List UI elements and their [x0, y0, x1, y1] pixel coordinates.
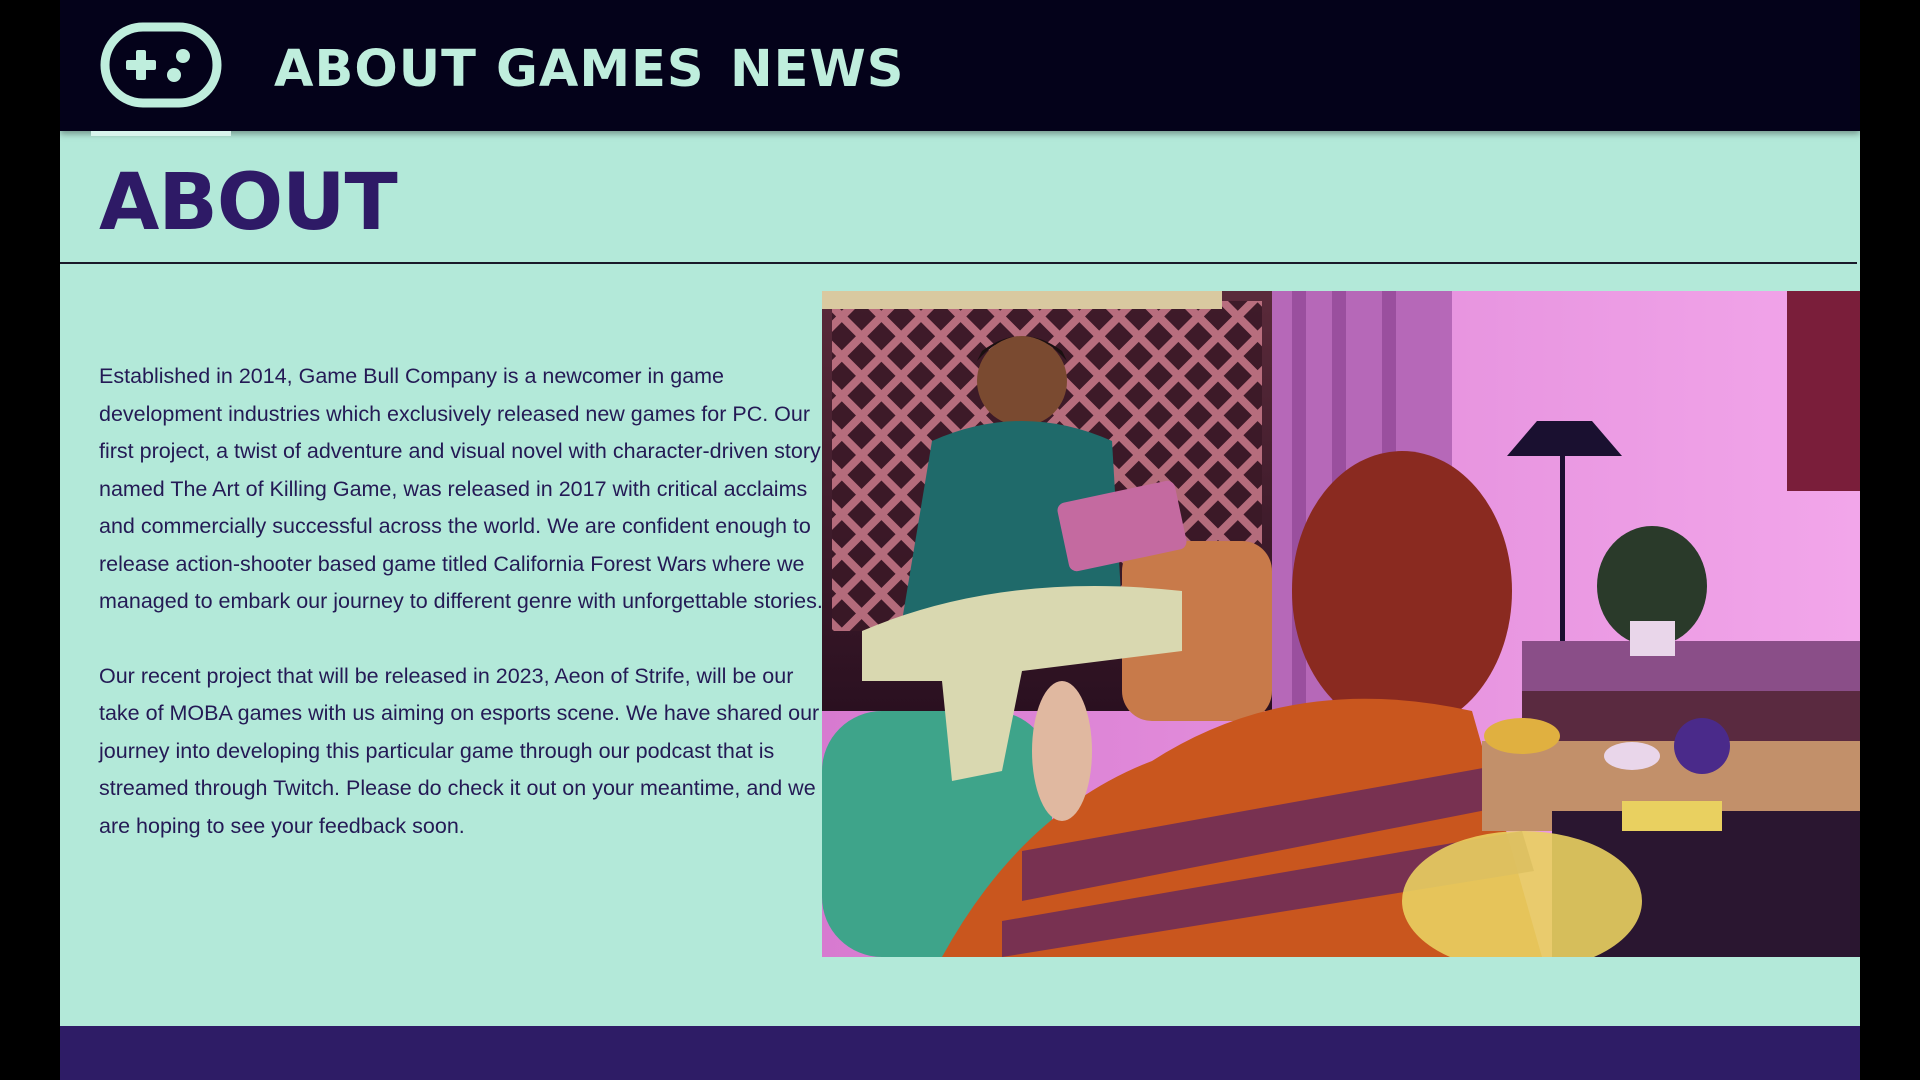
active-nav-indicator	[91, 131, 231, 136]
nav-about[interactable]: ABOUT	[274, 40, 477, 100]
people-gaming-photo	[822, 291, 1860, 957]
nav-news[interactable]: NEWS	[730, 40, 905, 100]
gamepad-icon[interactable]	[100, 22, 222, 108]
nav-games[interactable]: GAMES	[496, 40, 705, 100]
footer-bar	[60, 1026, 1860, 1080]
page-title: ABOUT	[99, 158, 398, 248]
about-paragraph: Established in 2014, Game Bull Company i…	[99, 364, 823, 613]
about-paragraph: Our recent project that will be released…	[99, 663, 820, 838]
about-text: Established in 2014, Game Bull Company i…	[99, 358, 824, 882]
title-divider	[60, 262, 1857, 264]
about-page: ABOUT GAMES NEWS ABOUT Established in 20…	[60, 0, 1860, 1080]
photo-illustration	[822, 291, 1860, 957]
top-navigation-bar: ABOUT GAMES NEWS	[60, 0, 1860, 131]
